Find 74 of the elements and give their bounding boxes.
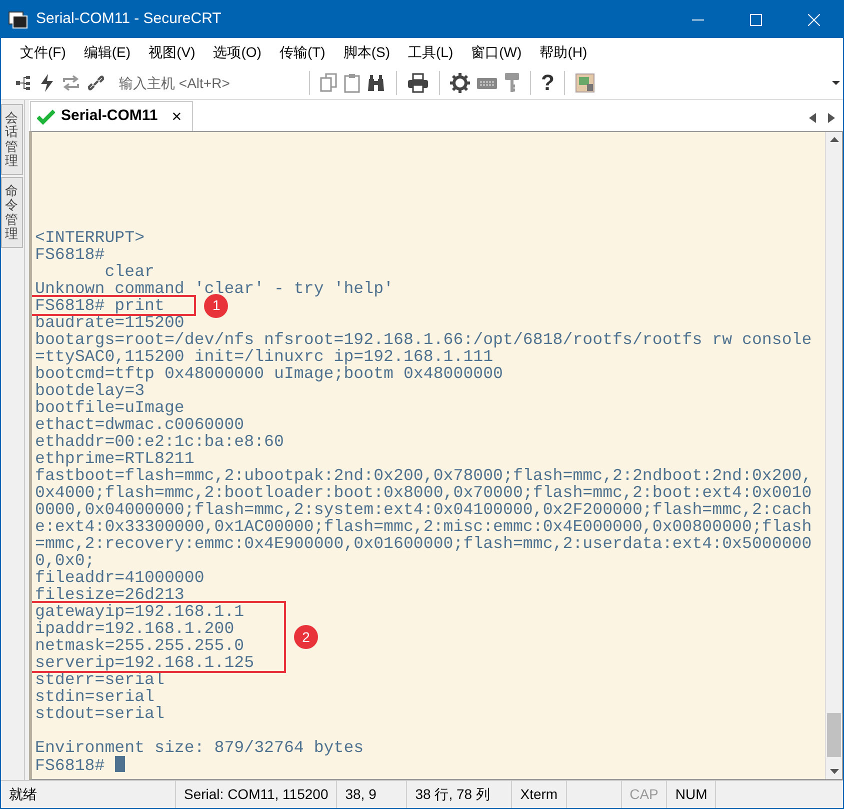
picture-icon[interactable] bbox=[575, 73, 596, 93]
terminal-line: clear bbox=[104, 263, 154, 280]
side-tab[interactable]: 会话管理 bbox=[1, 104, 23, 176]
terminal-line: Environment size: 879/32764 bytes bbox=[35, 739, 364, 756]
menu-item[interactable]: 选项(O) bbox=[204, 40, 270, 65]
side-tab[interactable]: 命令管理 bbox=[1, 177, 23, 248]
terminal-line: FS6818# print bbox=[35, 297, 164, 314]
menu-item[interactable]: 窗口(W) bbox=[462, 40, 531, 65]
terminal-line: ipaddr=192.168.1.200 bbox=[35, 620, 234, 637]
terminal-line: fastboot=flash=mmc,2:ubootpak:2nd:0x200,0x78000;flash=mmc,2:2ndboot:2nd:0x200, bbox=[35, 467, 812, 484]
terminal-line: e:ext4:0x33300000,0x1AC00000;flash=mmc,2:misc:emmc:0x4E000000,0x00800000;flash bbox=[35, 518, 812, 535]
terminal-line: bootfile=uImage bbox=[35, 399, 184, 416]
lightning-icon[interactable] bbox=[39, 73, 55, 93]
window-title: Serial-COM11 - SecureCRT bbox=[36, 9, 222, 30]
terminal-line: bootdelay=3 bbox=[35, 382, 145, 399]
terminal-line: bootargs=root=/dev/nfs nfsroot=192.168.1.66:/opt/6818/rootfs/rootfs rw console bbox=[35, 331, 812, 348]
status-field: CAP bbox=[622, 781, 668, 808]
terminal-line: =mmc,2:recovery:emmc:0x4E900000,0x01600000;flash=mmc,2:userdata:ext4:0x5000000 bbox=[35, 535, 812, 552]
terminal-line: stderr=serial bbox=[35, 671, 164, 688]
menu-item[interactable]: 文件(F) bbox=[11, 40, 75, 65]
terminal-line: 0x4000;flash=mmc,2:bootloader:boot:0x8000,0x70000;flash=mmc,2:boot:ext4:0x0010 bbox=[35, 484, 812, 501]
host-input-field[interactable]: 输入主机 <Alt+R> bbox=[119, 72, 299, 94]
status-field: 38 行, 78 列 bbox=[407, 781, 512, 808]
key-icon[interactable] bbox=[504, 72, 520, 94]
maximize-icon bbox=[750, 14, 762, 26]
number-badge: 1 bbox=[204, 294, 228, 318]
status-field: 就绪 bbox=[1, 781, 176, 808]
menu-item[interactable]: 编辑(E) bbox=[74, 40, 140, 65]
scroll-left-icon[interactable] bbox=[809, 113, 816, 123]
menu-item[interactable]: 帮助(H) bbox=[530, 40, 596, 65]
terminal-line: FS6818# bbox=[35, 246, 105, 263]
terminal-line: =ttySAC0,115200 init=/linuxrc ip=192.168.1.111 bbox=[35, 348, 494, 365]
app-icon bbox=[8, 10, 28, 28]
terminal-line: 0000,0x04000000;flash=mmc,2:system:ext4:0x04100000,0x2F200000;flash=mmc,2:cach bbox=[35, 501, 812, 518]
terminal-line: filesize=26d213 bbox=[35, 586, 184, 603]
close-icon bbox=[808, 14, 820, 26]
terminal-line: <INTERRUPT> bbox=[35, 229, 145, 246]
keyboard-icon[interactable] bbox=[476, 75, 498, 91]
terminal-line: fileaddr=41000000 bbox=[35, 569, 204, 586]
status-field: NUM bbox=[667, 781, 716, 808]
terminal-line: netmask=255.255.255.0 bbox=[35, 637, 244, 654]
terminal-line: bootcmd=tftp 0x48000000 uImage;bootm 0x48000000 bbox=[35, 365, 504, 382]
terminal-line: FS6818# bbox=[35, 756, 125, 773]
clipboard-icon[interactable] bbox=[344, 73, 360, 93]
status-field: 38, 9 bbox=[337, 781, 408, 808]
status-field: Xterm bbox=[512, 781, 567, 808]
terminal-line: gatewayip=192.168.1.1 bbox=[35, 603, 244, 620]
menu-item[interactable]: 视图(V) bbox=[140, 40, 204, 65]
network-icon[interactable] bbox=[15, 74, 33, 92]
help-icon[interactable]: ? bbox=[541, 72, 554, 94]
terminal-line: serverip=192.168.1.125 bbox=[35, 654, 254, 671]
repeat-icon[interactable] bbox=[61, 74, 81, 92]
gear-icon[interactable] bbox=[450, 73, 470, 93]
scroll-right-icon[interactable] bbox=[828, 113, 835, 123]
session-tab[interactable]: Serial-COM11 × bbox=[30, 101, 193, 131]
dropdown-arrow-icon[interactable] bbox=[832, 80, 840, 86]
number-badge: 2 bbox=[294, 625, 318, 649]
copy-icon[interactable] bbox=[320, 73, 338, 93]
terminal-line: baudrate=115200 bbox=[35, 314, 184, 331]
menu-item[interactable]: 脚本(S) bbox=[334, 40, 400, 65]
link-icon[interactable] bbox=[87, 74, 105, 92]
binoculars-icon[interactable] bbox=[366, 73, 386, 93]
terminal-line: 0,0x0; bbox=[35, 552, 95, 569]
close-tab-icon[interactable]: × bbox=[172, 108, 182, 125]
terminal-line: ethaddr=00:e2:1c:ba:e8:60 bbox=[35, 433, 284, 450]
scrollbar-thumb[interactable] bbox=[827, 713, 841, 757]
terminal-line: ethprime=RTL8211 bbox=[35, 450, 194, 467]
terminal-line: ethact=dwmac.c0060000 bbox=[35, 416, 244, 433]
menu-item[interactable]: 工具(L) bbox=[399, 40, 462, 65]
terminal-line: stdout=serial bbox=[35, 705, 164, 722]
status-field: Serial: COM11, 115200 bbox=[176, 781, 338, 808]
menu-item[interactable]: 传输(T) bbox=[270, 40, 334, 65]
printer-icon[interactable] bbox=[407, 73, 429, 93]
terminal-line: stdin=serial bbox=[35, 688, 154, 705]
